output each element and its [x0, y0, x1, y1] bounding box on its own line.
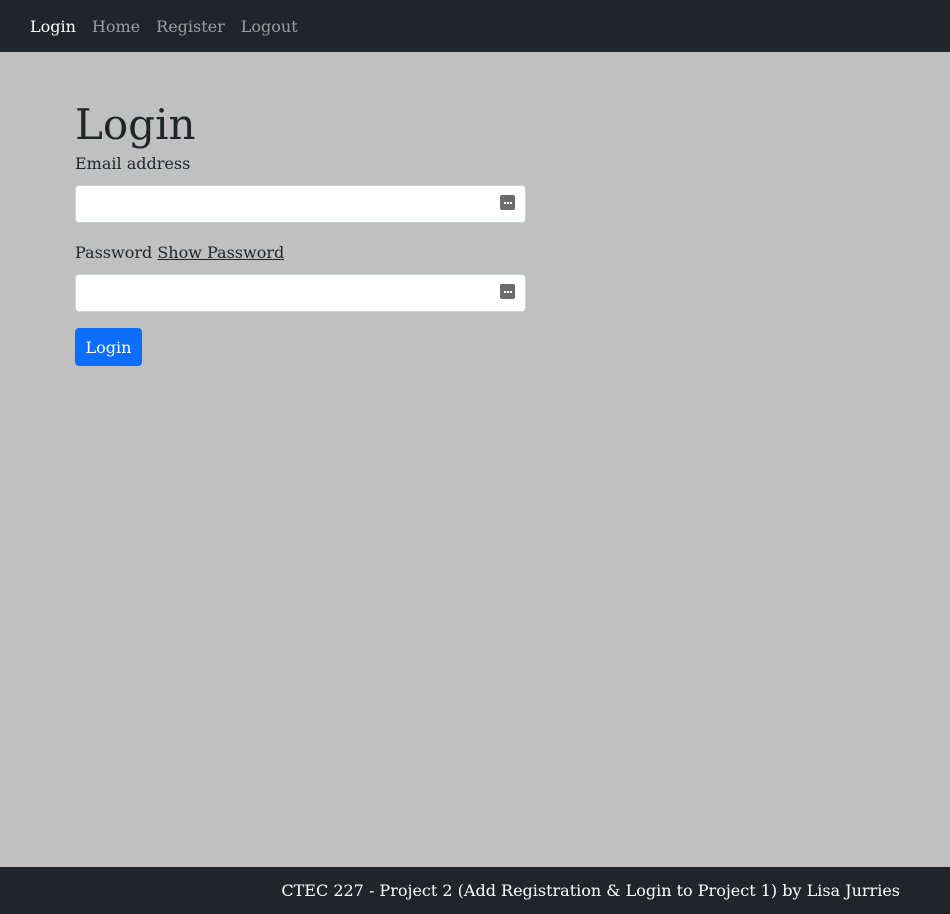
- top-navbar: Login Home Register Logout: [0, 0, 950, 52]
- nav-link-login[interactable]: Login: [30, 17, 76, 36]
- email-label: Email address: [75, 154, 191, 173]
- password-field-wrapper: [75, 274, 526, 312]
- show-password-link[interactable]: Show Password: [157, 243, 284, 262]
- password-manager-icon[interactable]: [500, 284, 515, 299]
- password-label-row: Password Show Password: [75, 243, 526, 263]
- nav-link-logout[interactable]: Logout: [241, 17, 298, 36]
- password-field[interactable]: [75, 274, 526, 312]
- login-button[interactable]: Login: [75, 328, 142, 366]
- password-manager-icon[interactable]: [500, 195, 515, 210]
- login-form-container: Login Email address Password Show Passwo…: [75, 100, 526, 366]
- page-title: Login: [75, 100, 196, 149]
- nav-link-register[interactable]: Register: [156, 17, 225, 36]
- footer: CTEC 227 - Project 2 (Add Registration &…: [0, 867, 950, 914]
- password-label: Password: [75, 243, 153, 262]
- footer-text: CTEC 227 - Project 2 (Add Registration &…: [281, 881, 900, 900]
- email-field-wrapper: [75, 185, 526, 223]
- nav-link-home[interactable]: Home: [92, 17, 140, 36]
- email-field[interactable]: [75, 185, 526, 223]
- submit-row: Login: [75, 328, 526, 366]
